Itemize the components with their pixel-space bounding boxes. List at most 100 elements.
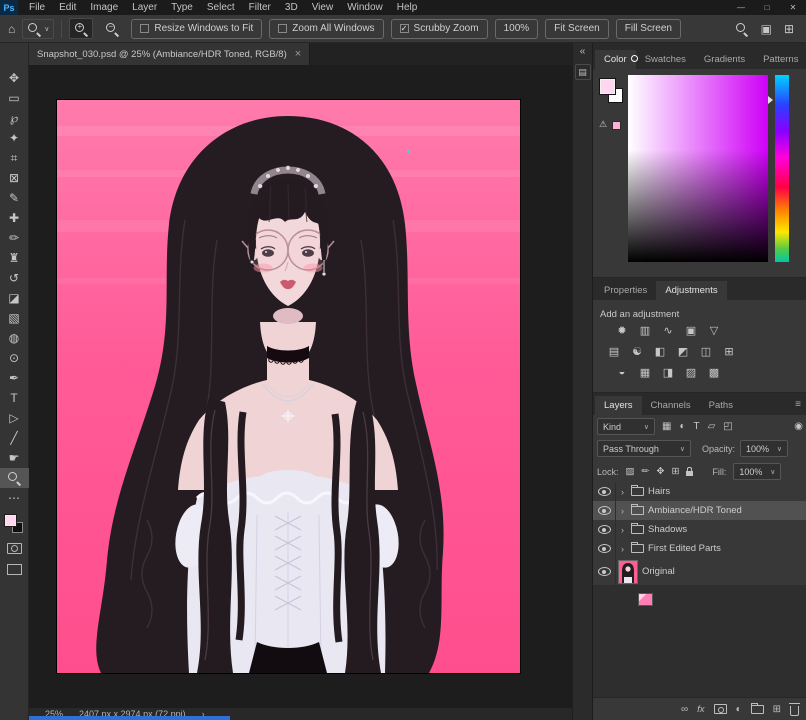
brush-tool[interactable]: ✏: [0, 228, 29, 248]
eyedropper-tool[interactable]: ✎: [0, 188, 29, 208]
adj-threshold-icon[interactable]: ◨: [661, 366, 675, 379]
group-chevron-icon[interactable]: ›: [616, 487, 629, 497]
filter-shape-icon[interactable]: ▱: [708, 421, 716, 432]
adj-invert-icon[interactable]: ◒: [615, 366, 629, 379]
pen-tool[interactable]: ✒: [0, 368, 29, 388]
menu-help[interactable]: Help: [390, 0, 425, 15]
adj-selective-color-icon[interactable]: ▩: [707, 366, 721, 379]
visibility-toggle[interactable]: [593, 501, 616, 520]
tab-paths[interactable]: Paths: [700, 396, 742, 415]
group-chevron-icon[interactable]: ›: [616, 506, 629, 516]
tab-properties[interactable]: Properties: [595, 281, 656, 300]
menu-file[interactable]: File: [22, 0, 52, 15]
adj-photo-filter-icon[interactable]: ◩: [676, 345, 690, 358]
adj-channel-mixer-icon[interactable]: ◫: [699, 345, 713, 358]
screen-mode-icon[interactable]: [6, 564, 22, 575]
lasso-tool[interactable]: ℘: [0, 108, 29, 128]
type-tool[interactable]: T: [0, 388, 29, 408]
layer-row-shadows[interactable]: › Shadows: [593, 520, 806, 539]
saturation-brightness-field[interactable]: [628, 75, 768, 262]
tab-color[interactable]: Color: [595, 50, 636, 69]
adj-color-balance-icon[interactable]: ☯: [630, 345, 644, 358]
layer-row-original[interactable]: Original: [593, 558, 806, 585]
adj-curves-icon[interactable]: ∿: [661, 324, 675, 337]
hue-slider[interactable]: [775, 75, 789, 262]
lock-all-icon[interactable]: [686, 467, 694, 476]
filter-smart-object-icon[interactable]: ◰: [723, 421, 732, 432]
clone-stamp-tool[interactable]: ♜: [0, 248, 29, 268]
lock-pixels-icon[interactable]: ✏: [642, 466, 650, 477]
adj-black-white-icon[interactable]: ◧: [653, 345, 667, 358]
menu-edit[interactable]: Edit: [52, 0, 83, 15]
visibility-toggle[interactable]: [593, 520, 616, 539]
canvas-artwork[interactable]: [57, 100, 520, 673]
fill-dropdown[interactable]: 100% ∨: [733, 463, 782, 480]
menu-image[interactable]: Image: [83, 0, 125, 15]
visibility-toggle[interactable]: [593, 482, 616, 501]
collapse-panels-icon[interactable]: «: [580, 46, 586, 57]
zoom-all-windows-checkbox[interactable]: Zoom All Windows: [269, 18, 384, 39]
gamut-color-chip[interactable]: [612, 121, 621, 130]
new-group-icon[interactable]: [750, 702, 764, 714]
move-tool[interactable]: ✥: [0, 68, 29, 88]
filter-pixel-icon[interactable]: ▦: [662, 421, 671, 432]
delete-layer-icon[interactable]: [789, 702, 800, 716]
menu-select[interactable]: Select: [200, 0, 242, 15]
close-button[interactable]: ✕: [780, 0, 806, 15]
zoom-100-button[interactable]: 100%: [494, 18, 539, 39]
group-chevron-icon[interactable]: ›: [616, 544, 629, 554]
adj-brightness-contrast-icon[interactable]: ✹: [615, 324, 629, 337]
tab-layers[interactable]: Layers: [595, 396, 642, 415]
zoom-out-button[interactable]: −: [100, 18, 124, 39]
menu-layer[interactable]: Layer: [125, 0, 164, 15]
kind-dropdown[interactable]: Kind ∨: [597, 418, 655, 435]
color-field-cursor[interactable]: [631, 55, 638, 62]
tool-preset-picker[interactable]: ∨: [22, 18, 55, 39]
path-selection-tool[interactable]: ▷: [0, 408, 29, 428]
adj-posterize-icon[interactable]: ▦: [638, 366, 652, 379]
visibility-toggle[interactable]: [593, 558, 616, 585]
eraser-tool[interactable]: ◪: [0, 288, 29, 308]
arrange-icon[interactable]: ⊞: [784, 22, 794, 36]
marquee-tool[interactable]: ▭: [0, 88, 29, 108]
adj-levels-icon[interactable]: ▥: [638, 324, 652, 337]
menu-type[interactable]: Type: [164, 0, 200, 15]
foreground-background-swatches[interactable]: [4, 514, 24, 534]
link-layers-icon[interactable]: ∞: [681, 704, 688, 715]
maximize-button[interactable]: □: [754, 0, 780, 15]
gradient-tool[interactable]: ▧: [0, 308, 29, 328]
adj-hue-saturation-icon[interactable]: ▤: [607, 345, 621, 358]
history-brush-tool[interactable]: ↺: [0, 268, 29, 288]
fit-screen-button[interactable]: Fit Screen: [545, 18, 609, 39]
filter-adjustment-icon[interactable]: ◐: [679, 421, 685, 432]
document-tab[interactable]: Snapshot_030.psd @ 25% (Ambiance/HDR Ton…: [29, 43, 311, 65]
foreground-color-swatch[interactable]: [4, 514, 17, 527]
blur-tool[interactable]: ◍: [0, 328, 29, 348]
crop-tool[interactable]: ⌗: [0, 148, 29, 168]
group-chevron-icon[interactable]: ›: [616, 525, 629, 535]
filter-type-icon[interactable]: T: [694, 421, 700, 432]
menu-window[interactable]: Window: [340, 0, 390, 15]
layer-row-first-edited-parts[interactable]: › First Edited Parts: [593, 539, 806, 558]
tab-patterns[interactable]: Patterns: [754, 50, 806, 69]
workspace-icon[interactable]: ▣: [761, 22, 772, 36]
menu-3d[interactable]: 3D: [278, 0, 305, 15]
layer-row-hairs[interactable]: › Hairs: [593, 482, 806, 501]
blend-mode-dropdown[interactable]: Pass Through ∨: [597, 440, 691, 457]
adj-gradient-map-icon[interactable]: ▨: [684, 366, 698, 379]
opacity-dropdown[interactable]: 100% ∨: [740, 440, 789, 457]
tab-channels[interactable]: Channels: [642, 396, 700, 415]
home-icon[interactable]: ⌂: [8, 22, 15, 36]
dodge-tool[interactable]: ⊙: [0, 348, 29, 368]
search-icon[interactable]: [735, 22, 749, 36]
new-adjustment-layer-icon[interactable]: ◐: [736, 704, 742, 715]
zoom-in-button[interactable]: +: [69, 18, 94, 39]
collapsed-panel-icon[interactable]: ▤: [574, 64, 591, 80]
adj-vibrance-icon[interactable]: ▽: [707, 324, 721, 337]
shape-tool[interactable]: ╱: [0, 428, 29, 448]
resize-windows-checkbox[interactable]: Resize Windows to Fit: [131, 18, 263, 39]
frame-tool[interactable]: ⊠: [0, 168, 29, 188]
lock-position-icon[interactable]: ✥: [656, 466, 664, 477]
lock-transparent-icon[interactable]: ▨: [626, 466, 635, 477]
panel-menu-icon[interactable]: ≡: [795, 399, 801, 410]
